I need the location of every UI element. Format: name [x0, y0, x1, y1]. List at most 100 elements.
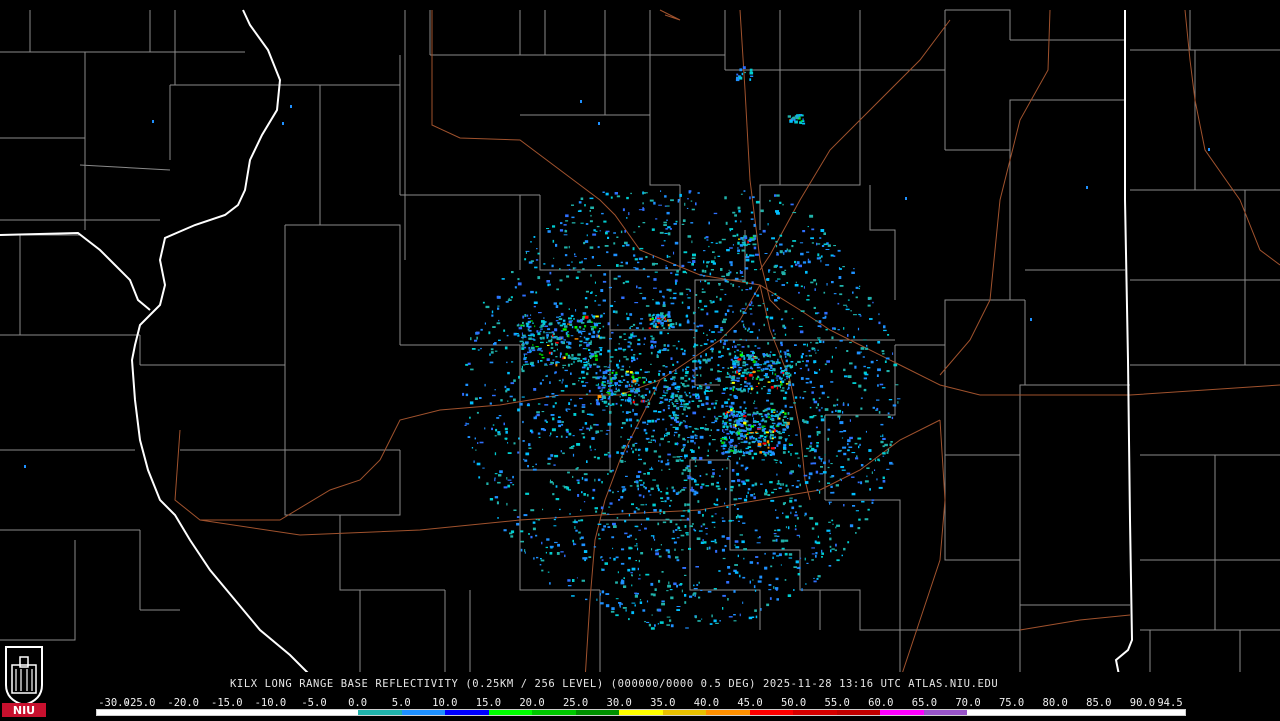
echo-pixel	[698, 446, 700, 449]
echo-pixel	[727, 457, 729, 460]
echo-pixel	[806, 343, 808, 347]
echo-pixel	[811, 547, 815, 549]
echo-pixel	[721, 320, 726, 324]
echo-pixel	[505, 301, 509, 303]
echo-pixel	[686, 503, 691, 506]
echo-pixel	[684, 391, 686, 394]
echo-pixel	[741, 438, 743, 440]
echo-pixel	[818, 368, 821, 371]
echo-pixel	[820, 259, 822, 263]
echo-pixel	[588, 359, 590, 363]
echo-pixel	[498, 339, 501, 341]
echo-pixel	[698, 581, 700, 584]
echo-pixel	[469, 416, 471, 419]
echo-pixel	[470, 368, 474, 371]
echo-pixel	[700, 344, 703, 347]
echo-pixel	[567, 323, 570, 325]
echo-pixel	[760, 420, 764, 422]
echo-pixel	[776, 252, 779, 254]
echo-pixel	[551, 264, 554, 268]
echo-pixel	[799, 483, 801, 487]
echo-pixel	[795, 263, 798, 266]
echo-pixel	[702, 514, 704, 517]
echo-pixel	[784, 269, 787, 271]
echo-pixel	[646, 423, 649, 425]
echo-pixel	[581, 477, 584, 480]
echo-pixel	[785, 526, 787, 529]
echo-pixel	[568, 408, 571, 410]
echo-pixel	[689, 329, 693, 331]
echo-pixel	[638, 225, 641, 228]
echo-pixel	[533, 305, 536, 308]
echo-pixel	[860, 407, 863, 410]
echo-pixel	[572, 521, 577, 523]
echo-pixel	[742, 482, 746, 485]
echo-pixel	[631, 390, 634, 393]
echo-pixel	[688, 392, 691, 394]
echo-pixel	[628, 547, 633, 550]
echo-pixel	[479, 397, 482, 399]
echo-pixel	[612, 310, 616, 313]
echo-pixel	[663, 240, 666, 242]
echo-pixel	[555, 320, 559, 322]
echo-pixel	[614, 348, 618, 351]
echo-pixel	[579, 429, 583, 431]
echo-pixel	[657, 522, 660, 526]
echo-pixel	[728, 441, 733, 444]
echo-pixel	[736, 370, 738, 374]
echo-pixel	[734, 214, 737, 217]
echo-pixel	[777, 358, 779, 362]
echo-pixel	[767, 416, 771, 419]
echo-pixel	[611, 403, 615, 406]
echo-pixel	[584, 315, 589, 319]
echo-pixel	[630, 325, 634, 327]
echo-pixel	[582, 328, 585, 330]
echo-pixel	[728, 269, 730, 271]
echo-pixel	[622, 379, 626, 381]
echo-pixel	[787, 418, 789, 420]
echo-pixel	[706, 239, 709, 241]
echo-pixel	[617, 571, 619, 574]
echo-pixel	[738, 367, 743, 369]
echo-pixel	[695, 294, 698, 296]
echo-pixel	[464, 424, 467, 426]
echo-pixel	[686, 465, 690, 467]
echo-pixel	[697, 500, 700, 503]
echo-pixel	[573, 413, 577, 416]
echo-pixel	[759, 451, 762, 454]
echo-pixel	[767, 223, 769, 226]
echo-pixel	[751, 616, 755, 618]
echo-pixel	[632, 379, 637, 383]
echo-pixel	[866, 467, 870, 469]
echo-pixel	[691, 457, 695, 460]
echo-pixel	[817, 403, 819, 407]
echo-pixel	[844, 375, 848, 378]
echo-pixel	[711, 521, 716, 524]
echo-pixel	[607, 473, 609, 475]
echo-pixel	[689, 449, 693, 451]
echo-pixel	[553, 257, 555, 259]
echo-pixel	[753, 585, 756, 589]
echo-pixel	[625, 358, 629, 361]
echo-pixel	[758, 382, 760, 385]
echo-pixel	[831, 548, 835, 550]
echo-pixel	[635, 560, 637, 562]
echo-pixel	[522, 294, 526, 297]
echo-pixel	[542, 336, 545, 340]
echo-pixel	[648, 390, 651, 394]
echo-pixel	[782, 431, 785, 434]
echo-pixel	[685, 393, 687, 395]
echo-pixel	[717, 379, 721, 382]
echo-pixel	[682, 368, 684, 372]
echo-pixel	[750, 425, 755, 428]
echo-pixel	[585, 382, 589, 384]
echo-pixel	[784, 579, 787, 581]
echo-pixel	[563, 234, 568, 236]
echo-pixel	[764, 552, 766, 555]
echo-pixel	[629, 418, 633, 422]
echo-pixel	[622, 490, 624, 493]
echo-pixel	[507, 484, 511, 488]
echo-pixel	[624, 393, 627, 397]
echo-pixel	[783, 446, 786, 449]
echo-pixel	[591, 291, 593, 293]
